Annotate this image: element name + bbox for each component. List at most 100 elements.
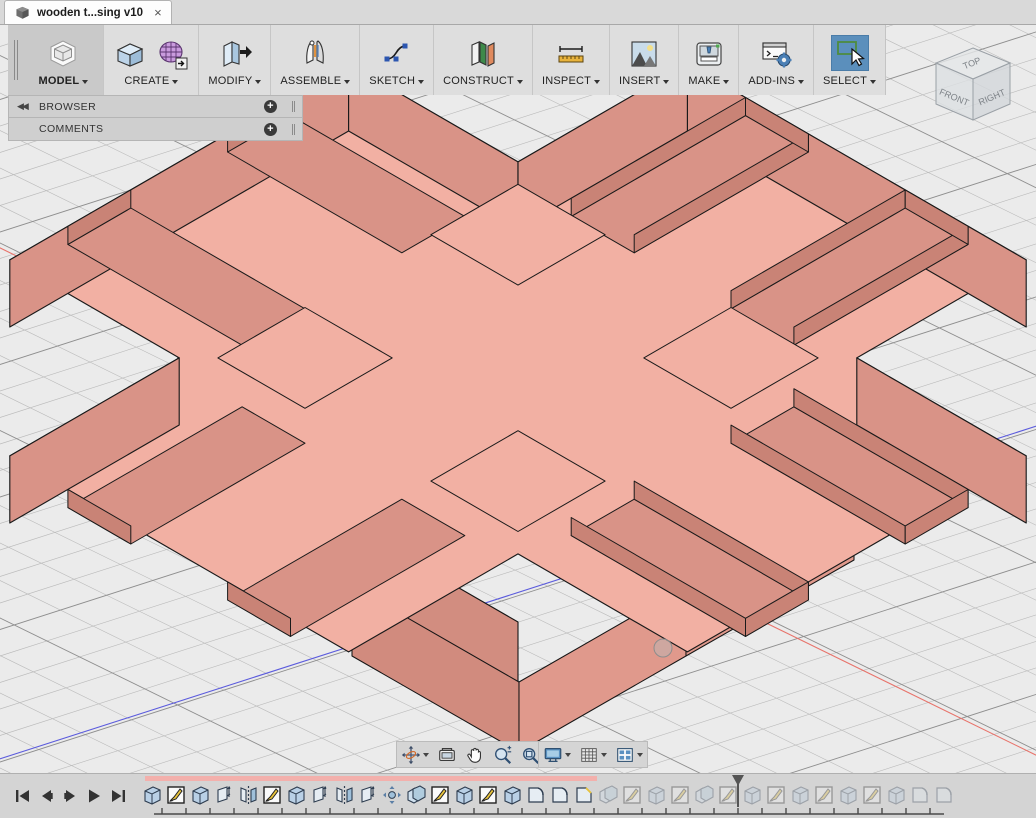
- timeline-feature-combine[interactable]: [405, 784, 427, 806]
- timeline-feature-sketch[interactable]: [765, 784, 787, 806]
- box-solid-icon[interactable]: [113, 37, 147, 71]
- chevron-down-icon[interactable]: [723, 79, 730, 84]
- orbit-button[interactable]: [397, 742, 433, 767]
- timeline-strip[interactable]: [140, 774, 1036, 818]
- timeline-feature-combine[interactable]: [693, 784, 715, 806]
- look-at-button[interactable]: [433, 742, 461, 767]
- collapse-left-icon[interactable]: ◀◀: [17, 101, 31, 112]
- timeline-feature-construct-plane[interactable]: [213, 784, 235, 806]
- pan-button[interactable]: [461, 742, 489, 767]
- timeline-feature-sketch[interactable]: [477, 784, 499, 806]
- timeline-feature-fillet[interactable]: [933, 784, 955, 806]
- 3d-print-icon[interactable]: [692, 37, 726, 71]
- timeline-feature-extrude[interactable]: [501, 784, 523, 806]
- ribbon-panel-inspect[interactable]: INSPECT: [533, 25, 611, 95]
- construction-plane-icon[interactable]: [466, 37, 500, 71]
- plus-circle-icon[interactable]: +: [264, 100, 277, 113]
- ribbon-panel-assemble[interactable]: ASSEMBLE: [271, 25, 361, 95]
- browser-panel-header[interactable]: ◀◀ BROWSER +: [8, 95, 303, 118]
- chevron-down-icon[interactable]: [798, 79, 804, 84]
- spline-icon[interactable]: [380, 37, 414, 71]
- ribbon-panel-make[interactable]: MAKE: [679, 25, 740, 95]
- chevron-down-icon[interactable]: [594, 79, 601, 84]
- chevron-down-icon[interactable]: [516, 79, 523, 84]
- zoom-button[interactable]: [489, 742, 517, 767]
- timeline-feature-fillet[interactable]: [549, 784, 571, 806]
- ribbon-panel-construct[interactable]: CONSTRUCT: [434, 25, 533, 95]
- timeline-feature-sketch[interactable]: [717, 784, 739, 806]
- panel-insert-text: INSERT: [619, 75, 661, 87]
- timeline-feature-sketch[interactable]: [621, 784, 643, 806]
- timeline-feature-fillet[interactable]: [525, 784, 547, 806]
- chevron-down-icon[interactable]: [344, 79, 351, 84]
- timeline-feature-extrude[interactable]: [645, 784, 667, 806]
- timeline-progress-bar: [145, 775, 597, 781]
- timeline-feature-extrude[interactable]: [189, 784, 211, 806]
- timeline-feature-extrude[interactable]: [285, 784, 307, 806]
- timeline-feature-construct-plane[interactable]: [357, 784, 379, 806]
- close-icon[interactable]: ×: [150, 6, 162, 19]
- chevron-down-icon[interactable]: [637, 752, 643, 757]
- timeline-feature-extrude[interactable]: [453, 784, 475, 806]
- chevron-down-icon[interactable]: [255, 79, 262, 84]
- mesh-sphere-icon[interactable]: [155, 37, 189, 71]
- timeline-feature-sketch[interactable]: [261, 784, 283, 806]
- timeline-feature-sketch[interactable]: [165, 784, 187, 806]
- script-gear-icon[interactable]: [759, 37, 793, 71]
- ribbon-panel-sketch[interactable]: SKETCH: [360, 25, 435, 95]
- comments-panel-header[interactable]: COMMENTS +: [8, 118, 303, 141]
- skip-to-end-icon[interactable]: [110, 788, 127, 804]
- timeline-feature-extrude[interactable]: [741, 784, 763, 806]
- select-active-highlight[interactable]: [830, 35, 869, 71]
- chevron-down-icon[interactable]: [565, 752, 571, 757]
- viewports-button[interactable]: [611, 742, 647, 767]
- ribbon-panel-insert[interactable]: INSERT: [610, 25, 680, 95]
- skip-to-beginning-icon[interactable]: [14, 788, 31, 804]
- step-forward-icon[interactable]: [62, 788, 79, 804]
- chevron-down-icon[interactable]: [601, 752, 607, 757]
- timeline-feature-mirror[interactable]: [237, 784, 259, 806]
- timeline-feature-sketch[interactable]: [669, 784, 691, 806]
- timeline-feature-extrude[interactable]: [141, 784, 163, 806]
- timeline-feature-combine[interactable]: [597, 784, 619, 806]
- chevron-down-icon[interactable]: [172, 79, 179, 84]
- display-settings-button[interactable]: [539, 742, 575, 767]
- panel-inspect-text: INSPECT: [541, 75, 592, 87]
- chevron-down-icon[interactable]: [82, 79, 89, 84]
- ribbon-panel-select[interactable]: SELECT: [814, 25, 885, 95]
- measure-ruler-icon[interactable]: [554, 37, 588, 71]
- ribbon-panel-addins[interactable]: ADD-INS: [739, 25, 814, 95]
- resize-grip-icon[interactable]: [289, 100, 297, 114]
- timeline-feature-extrude[interactable]: [885, 784, 907, 806]
- workspace-switcher-model[interactable]: MODEL: [23, 25, 105, 95]
- timeline-feature-construct-plane[interactable]: [309, 784, 331, 806]
- timeline-feature-sketch[interactable]: [861, 784, 883, 806]
- grid-snap-button[interactable]: [575, 742, 611, 767]
- view-cube[interactable]: TOP FRONT RIGHT: [918, 30, 1028, 140]
- document-tab[interactable]: wooden t...sing v10 ×: [4, 0, 172, 24]
- chevron-down-icon[interactable]: [418, 79, 425, 84]
- timeline-feature-move[interactable]: [381, 784, 403, 806]
- toolbar-drag-handle[interactable]: [8, 25, 24, 95]
- insert-image-icon[interactable]: [627, 37, 661, 71]
- workspace-model-text: MODEL: [38, 75, 80, 87]
- timeline-feature-mirror[interactable]: [333, 784, 355, 806]
- step-back-icon[interactable]: [38, 788, 55, 804]
- plus-circle-icon[interactable]: +: [264, 122, 277, 136]
- joint-icon[interactable]: [298, 37, 332, 71]
- chevron-down-icon[interactable]: [663, 79, 670, 84]
- press-pull-icon[interactable]: [218, 37, 252, 71]
- timeline-feature-extrude[interactable]: [837, 784, 859, 806]
- ribbon-panel-create[interactable]: CREATE: [104, 25, 200, 95]
- play-icon[interactable]: [86, 788, 103, 804]
- timeline-feature-extrude[interactable]: [789, 784, 811, 806]
- timeline-feature-sketch[interactable]: [429, 784, 451, 806]
- chevron-down-icon[interactable]: [423, 752, 429, 757]
- cube-icon: [16, 6, 29, 19]
- timeline-feature-sketch[interactable]: [813, 784, 835, 806]
- timeline-feature-chamfer[interactable]: [573, 784, 595, 806]
- resize-grip-icon[interactable]: [289, 122, 297, 136]
- ribbon-panel-modify[interactable]: MODIFY: [199, 25, 272, 95]
- timeline-feature-fillet[interactable]: [909, 784, 931, 806]
- chevron-down-icon[interactable]: [870, 79, 876, 84]
